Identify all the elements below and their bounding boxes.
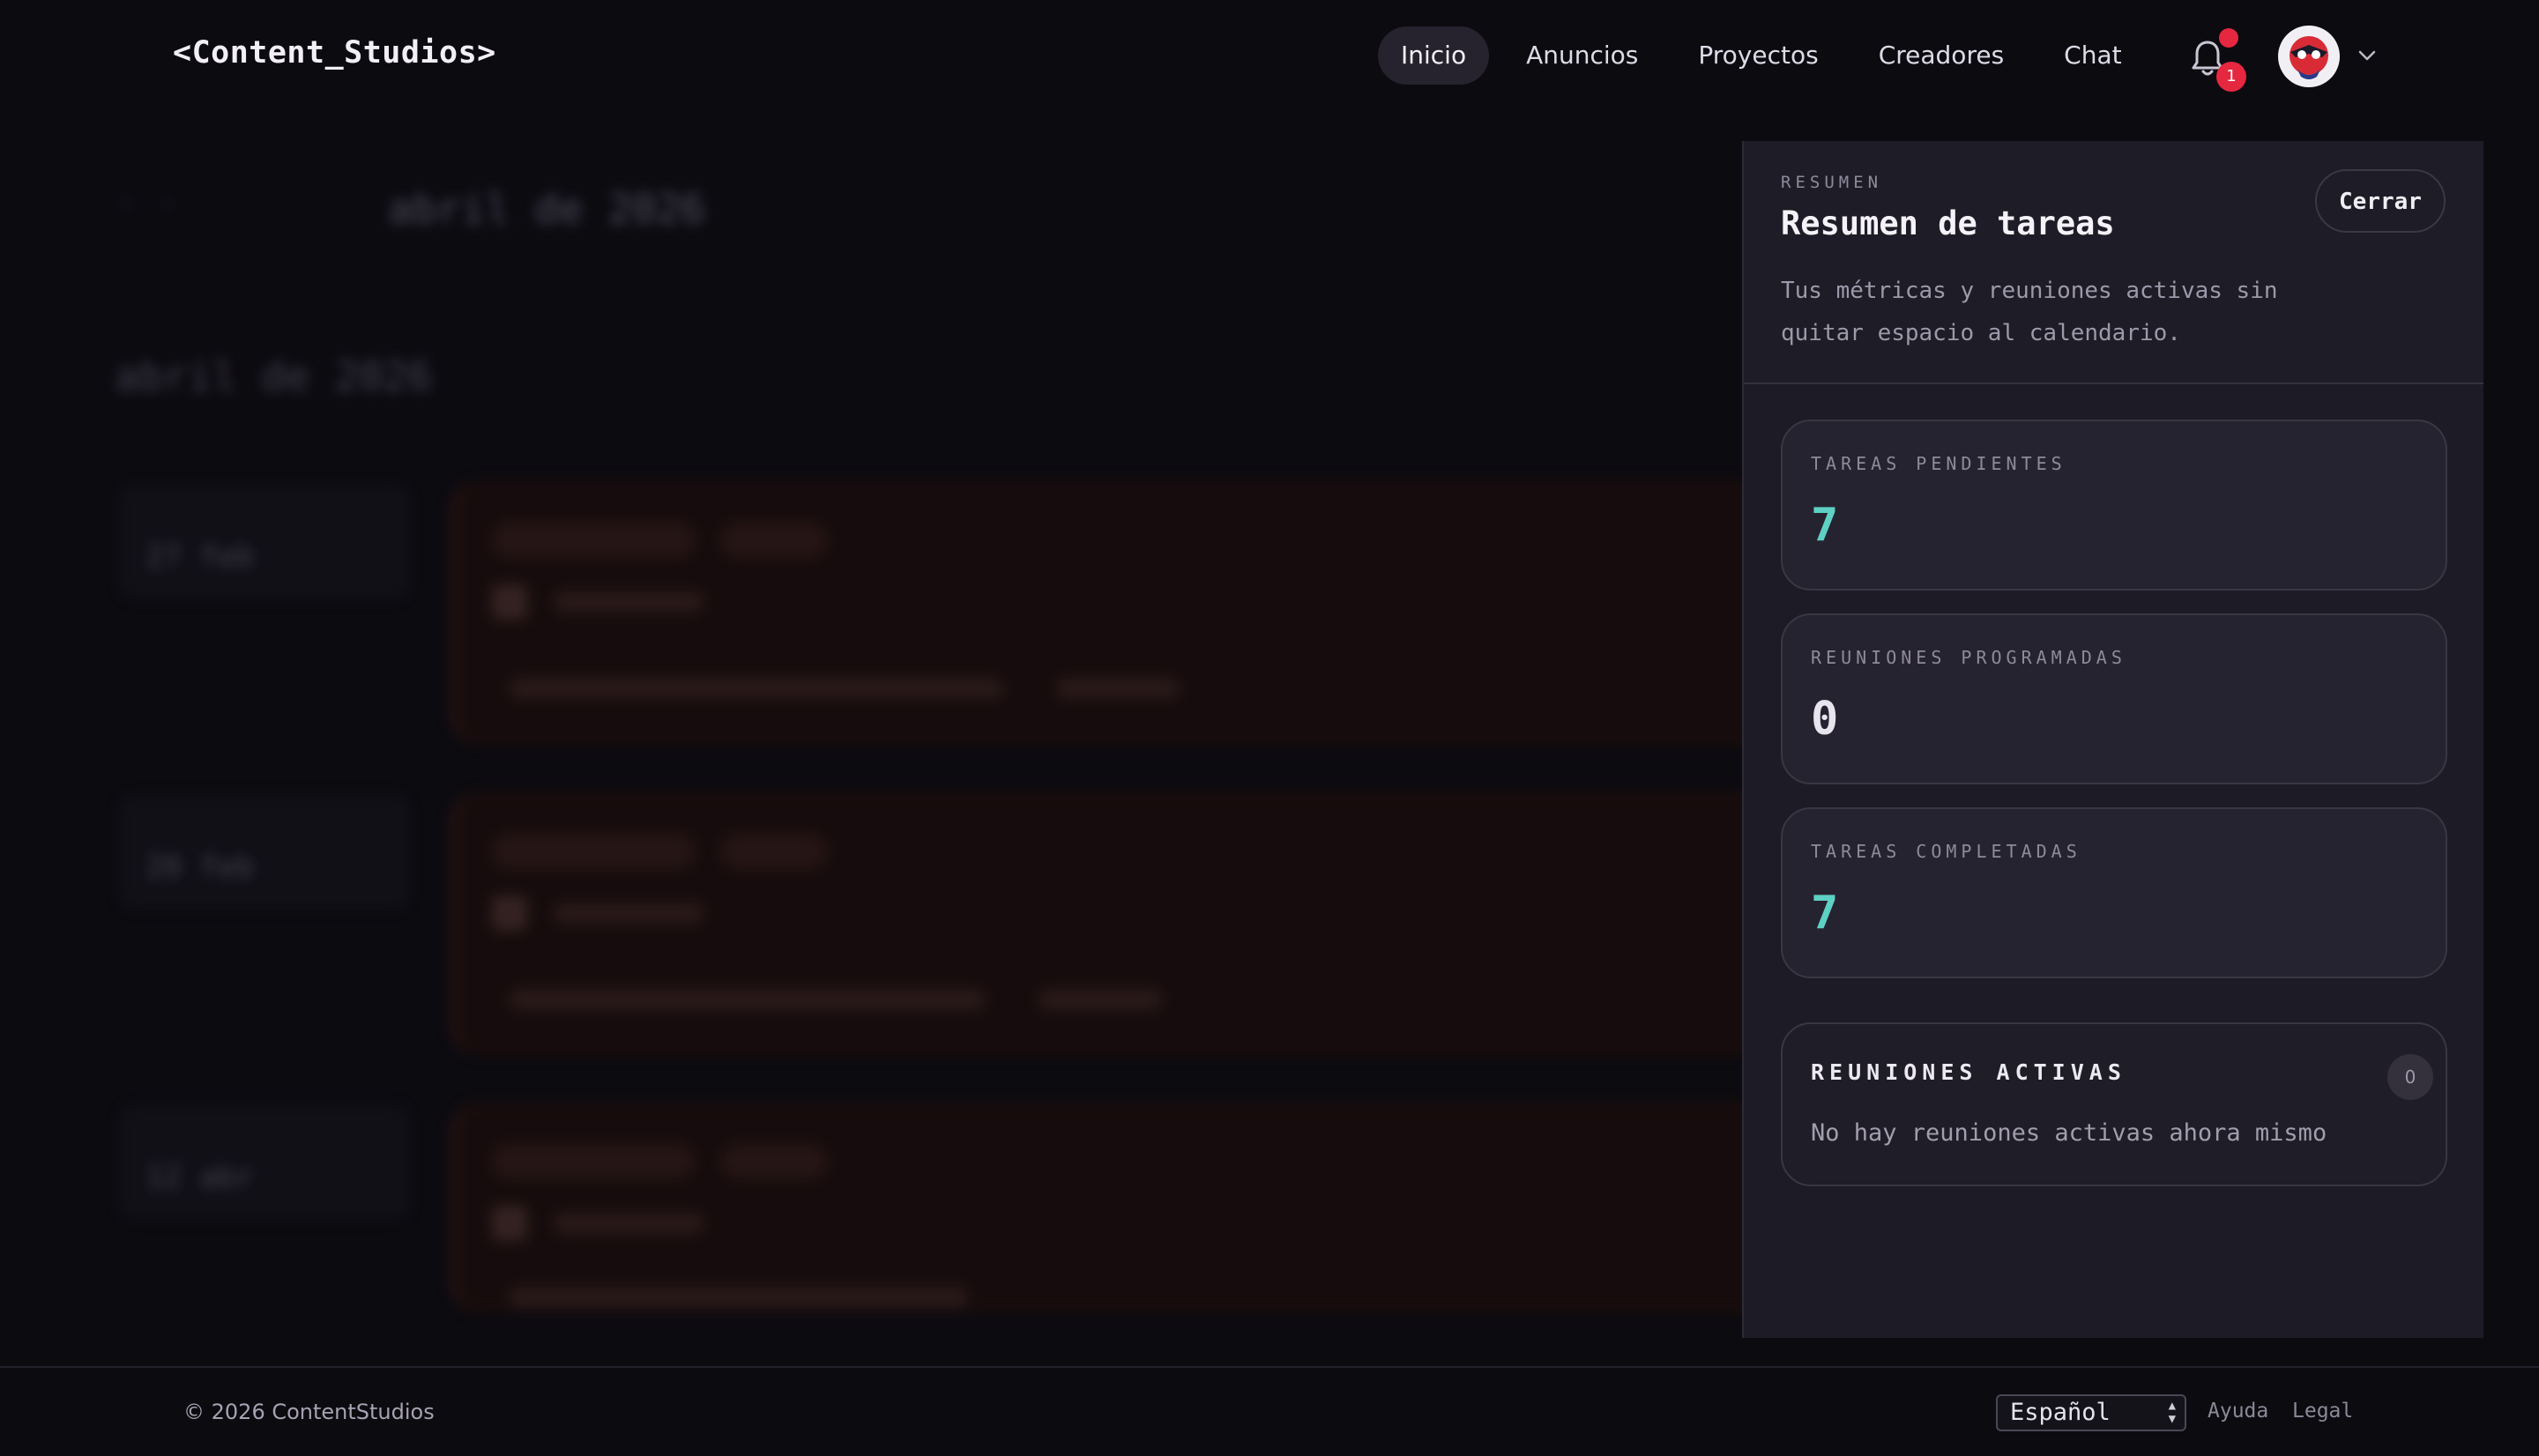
calendar-date: 20 feb — [119, 795, 410, 910]
chevron-down-icon[interactable] — [2356, 44, 2379, 67]
calendar-event-card — [450, 1102, 1832, 1313]
calendar-background: ‹ › abril de 2026 abril de 2026 27 feb 2… — [53, 132, 1832, 1322]
nav-item-creadores[interactable]: Creadores — [1856, 26, 2027, 85]
metric-value: 7 — [1811, 887, 1839, 940]
language-select[interactable]: Español ▲ ▼ — [1996, 1394, 2186, 1431]
calendar-month-heading: abril de 2026 — [388, 185, 706, 233]
footer-link-legal[interactable]: Legal — [2292, 1400, 2353, 1423]
panel-eyebrow: RESUMEN — [1781, 173, 1883, 192]
metric-card-pending-tasks: TAREAS PENDIENTES 7 — [1781, 420, 2447, 591]
footer: © 2026 ContentStudios Español ▲ ▼ Ayuda L… — [0, 1366, 2539, 1456]
notification-badge: 1 — [2216, 62, 2246, 92]
summary-panel: RESUMEN Resumen de tareas Tus métricas y… — [1742, 141, 2483, 1338]
nav-item-chat[interactable]: Chat — [2041, 26, 2144, 85]
metric-label: REUNIONES PROGRAMADAS — [1811, 647, 2126, 668]
nav-item-anuncios[interactable]: Anuncios — [1503, 26, 1661, 85]
app-logo[interactable]: <Content_Studios> — [173, 35, 496, 71]
metric-label: TAREAS COMPLETADAS — [1811, 841, 2081, 862]
calendar-date: 27 feb — [119, 485, 410, 599]
avatar[interactable] — [2278, 26, 2340, 87]
metric-card-completed-tasks: TAREAS COMPLETADAS 7 — [1781, 807, 2447, 978]
top-navigation: <Content_Studios> Inicio Anuncios Proyec… — [0, 0, 2539, 113]
active-meetings-count-badge: 0 — [2387, 1054, 2433, 1100]
calendar-section-heading: abril de 2026 — [115, 353, 433, 400]
active-meetings-title: REUNIONES ACTIVAS — [1811, 1059, 2126, 1085]
panel-title: Resumen de tareas — [1781, 204, 2115, 242]
calendar-event-card — [450, 480, 1832, 745]
notification-dot — [2219, 28, 2238, 48]
language-select-value: Español — [2010, 1399, 2111, 1426]
select-arrows-icon: ▲ ▼ — [2168, 1399, 2176, 1426]
nav-item-proyectos[interactable]: Proyectos — [1675, 26, 1841, 85]
active-meetings-card: REUNIONES ACTIVAS 0 No hay reuniones act… — [1781, 1022, 2447, 1186]
main-nav: Inicio Anuncios Proyectos Creadores Chat — [1378, 26, 2159, 85]
footer-link-help[interactable]: Ayuda — [2208, 1400, 2268, 1423]
close-button[interactable]: Cerrar — [2315, 169, 2446, 233]
nav-item-inicio[interactable]: Inicio — [1378, 26, 1490, 85]
metric-value: 0 — [1811, 693, 1839, 746]
avatar-image — [2280, 27, 2338, 85]
panel-description: Tus métricas y reuniones activas sin qui… — [1781, 278, 2278, 346]
calendar-event-card — [450, 791, 1832, 1056]
calendar-date: 12 abr — [119, 1105, 410, 1220]
metric-card-scheduled-meetings: REUNIONES PROGRAMADAS 0 — [1781, 613, 2447, 784]
metric-value: 7 — [1811, 499, 1839, 552]
summary-panel-header: RESUMEN Resumen de tareas Tus métricas y… — [1744, 141, 2483, 384]
metric-label: TAREAS PENDIENTES — [1811, 453, 2066, 474]
calendar-nav-arrows: ‹ › — [122, 190, 173, 215]
active-meetings-empty-text: No hay reuniones activas ahora mismo — [1811, 1119, 2327, 1147]
copyright-text: © 2026 ContentStudios — [183, 1400, 435, 1424]
